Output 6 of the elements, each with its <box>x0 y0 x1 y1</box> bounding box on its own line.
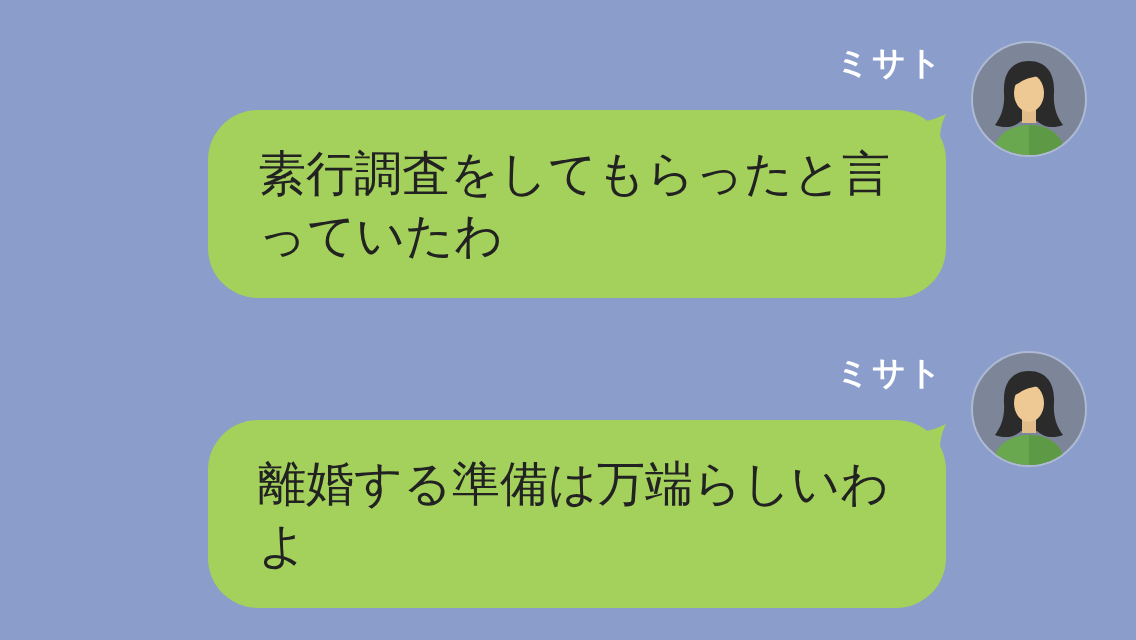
message-text: 素行調査をしてもらったと言っていたわ <box>258 144 892 265</box>
sender-name: ミサト <box>836 45 944 81</box>
sender-name: ミサト <box>836 355 944 391</box>
message-text: 離婚する準備は万端らしいわよ <box>258 454 891 575</box>
woman-avatar-icon <box>971 41 1087 157</box>
woman-avatar-icon <box>971 351 1087 467</box>
